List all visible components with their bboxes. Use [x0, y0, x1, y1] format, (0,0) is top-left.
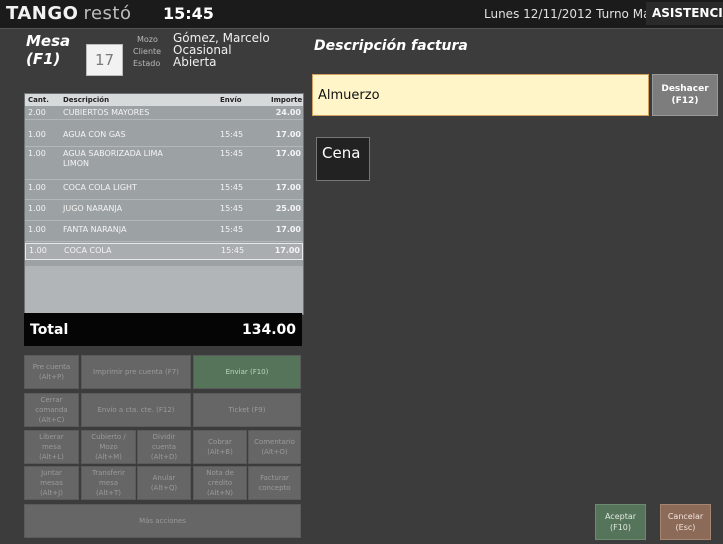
- top-bar: TANGO restó 15:45 Lunes 12/11/2012 Turno …: [0, 0, 723, 29]
- row-cant: 1.00: [28, 130, 46, 139]
- row-cant: 2.00: [28, 108, 46, 117]
- col-importe: Importe: [271, 96, 303, 104]
- invoice-description-input[interactable]: [312, 74, 649, 116]
- table-selector-label[interactable]: Mesa (F1): [26, 32, 70, 68]
- order-row[interactable]: 1.00 AGUA CON GAS 15:45 17.00: [25, 128, 303, 147]
- row-cant: 1.00: [28, 183, 46, 192]
- col-desc: Descripción: [63, 96, 110, 104]
- row-envio: 15:45: [220, 225, 244, 234]
- invoice-description-title: Descripción factura: [314, 38, 468, 54]
- row-importe: 24.00: [275, 108, 301, 117]
- liberar-mesa-button[interactable]: Liberar mesa (Alt+L): [24, 430, 79, 464]
- total-value: 134.00: [241, 322, 296, 338]
- row-envio: 15:45: [221, 246, 245, 255]
- dividir-cuenta-button[interactable]: Dividir cuenta (Alt+D): [137, 430, 191, 464]
- table-number: 17: [86, 44, 123, 76]
- row-importe: 25.00: [275, 204, 301, 213]
- row-envio: 15:45: [220, 204, 244, 213]
- accept-button[interactable]: Aceptar (F10): [595, 504, 646, 540]
- mozo-key: Mozo: [137, 35, 158, 44]
- imprimir-pre-cuenta-button[interactable]: Imprimir pre cuenta (F7): [81, 355, 191, 389]
- estado-value: Abierta: [173, 55, 217, 69]
- facturar-concepto-button[interactable]: Facturar concepto: [248, 466, 301, 500]
- order-row[interactable]: 1.00 COCA COLA LIGHT 15:45 17.00: [25, 181, 303, 200]
- order-row[interactable]: 1.00 FANTA NARANJA 15:45 17.00: [25, 223, 303, 242]
- row-importe: 17.00: [275, 149, 301, 158]
- order-list: Cant. Descripción Envío Importe 2.00 CUB…: [24, 93, 304, 315]
- row-desc: COCA COLA LIGHT: [63, 183, 137, 192]
- row-desc: CUBIERTOS MAYORES: [63, 108, 150, 117]
- row-importe: 17.00: [275, 130, 301, 139]
- row-desc: COCA COLA: [64, 246, 112, 255]
- row-cant: 1.00: [28, 204, 46, 213]
- row-cant: 1.00: [29, 246, 47, 255]
- cerrar-comanda-button[interactable]: Cerrar comanda (Alt+C): [24, 393, 79, 427]
- row-importe: 17.00: [275, 183, 301, 192]
- envio-cta-cte-button[interactable]: Envío a cta. cte. (F12): [81, 393, 191, 427]
- row-desc: JUGO NARANJA: [63, 204, 123, 213]
- total-bar: Total 134.00: [24, 313, 302, 346]
- row-importe: 17.00: [275, 225, 301, 234]
- enviar-button[interactable]: Enviar (F10): [193, 355, 301, 389]
- undo-button[interactable]: Deshacer (F12): [652, 74, 718, 116]
- option-cena-button[interactable]: Cena: [316, 137, 370, 181]
- juntar-mesas-button[interactable]: Juntar mesas (Alt+J): [24, 466, 79, 500]
- cliente-key: Cliente: [133, 47, 162, 56]
- row-envio: 15:45: [220, 183, 244, 192]
- row-cant: 1.00: [28, 225, 46, 234]
- assistance-button[interactable]: ASISTENCIA: [646, 2, 723, 25]
- logo-brand: TANGO: [6, 3, 79, 24]
- row-importe: 17.00: [274, 246, 300, 255]
- anular-button[interactable]: Anular (Alt+Q): [137, 466, 191, 500]
- cancel-button[interactable]: Cancelar (Esc): [660, 504, 711, 540]
- order-row-selected[interactable]: 1.00 COCA COLA 15:45 17.00: [25, 243, 303, 260]
- order-row[interactable]: 1.00 AGUA SABORIZADA LIMA LIMON 15:45 17…: [25, 147, 303, 180]
- cobrar-button[interactable]: Cobrar (Alt+B): [193, 430, 247, 464]
- total-label: Total: [30, 322, 69, 338]
- row-desc: FANTA NARANJA: [63, 225, 127, 234]
- cubierto-mozo-button[interactable]: Cubierto / Mozo (Alt+M): [81, 430, 136, 464]
- order-row[interactable]: 1.00 JUGO NARANJA 15:45 25.00: [25, 202, 303, 221]
- col-cant: Cant.: [28, 96, 49, 104]
- comentario-button[interactable]: Comentario (Alt+O): [248, 430, 301, 464]
- nota-credito-button[interactable]: Nota de crédito (Alt+N): [193, 466, 247, 500]
- row-envio: 15:45: [220, 130, 244, 139]
- row-desc: AGUA CON GAS: [63, 130, 126, 139]
- order-row[interactable]: 2.00 CUBIERTOS MAYORES 24.00: [25, 106, 303, 120]
- pre-cuenta-button[interactable]: Pre cuenta (Alt+P): [24, 355, 79, 389]
- col-envio: Envío: [220, 96, 242, 104]
- order-list-empty-area: [25, 266, 303, 314]
- order-list-header: Cant. Descripción Envío Importe: [25, 94, 303, 106]
- estado-key: Estado: [133, 59, 161, 68]
- logo-product: restó: [83, 3, 132, 24]
- row-desc: AGUA SABORIZADA LIMA LIMON: [63, 149, 163, 168]
- clock: 15:45: [163, 4, 214, 23]
- mas-acciones-button[interactable]: Más acciones: [24, 504, 301, 538]
- app-logo: TANGO restó: [6, 3, 131, 24]
- row-cant: 1.00: [28, 149, 46, 158]
- row-envio: 15:45: [220, 149, 244, 158]
- transferir-mesa-button[interactable]: Transferir mesa (Alt+T): [81, 466, 136, 500]
- ticket-button[interactable]: Ticket (F9): [193, 393, 301, 427]
